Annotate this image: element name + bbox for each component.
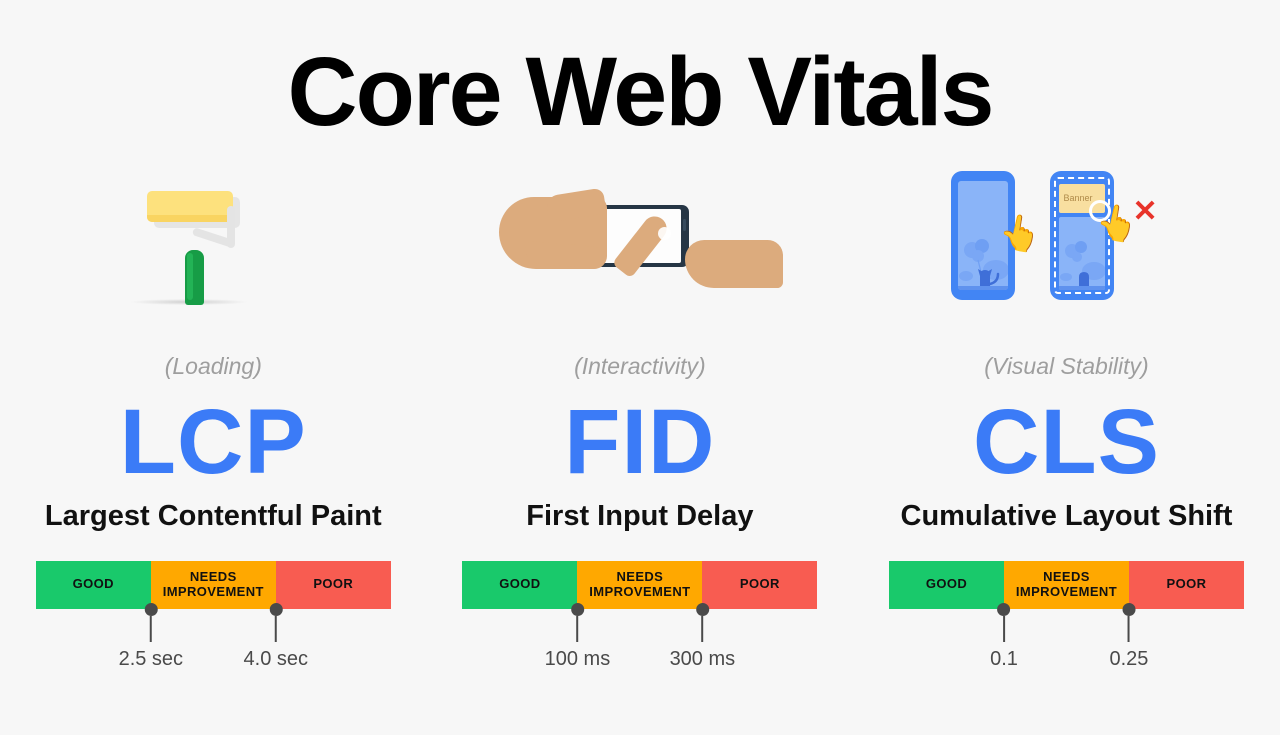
threshold-label: 300 ms (669, 647, 736, 670)
metric-column-fid: (Interactivity) FID First Input Delay GO… (427, 161, 854, 677)
metric-name-lcp: Largest Contentful Paint (44, 499, 382, 532)
metrics-columns: (Loading) LCP Largest Contentful Paint G… (0, 161, 1280, 677)
threshold-marker: 300 ms (669, 602, 736, 671)
threshold-label: 4.0 sec (243, 647, 309, 670)
marker-stem (1127, 615, 1130, 642)
threshold-marker: 2.5 sec (118, 602, 184, 671)
cls-illustration: 👆 Banner 👆 ✕ (853, 161, 1280, 311)
scale-segment-good: GOOD (888, 560, 1004, 609)
acronym-cls: CLS (972, 390, 1160, 493)
hands-tapping-phone-icon (495, 186, 785, 311)
scale-segment-ni-line1: NEEDS (189, 568, 237, 584)
marker-dot-icon (1122, 602, 1136, 616)
marker-stem (576, 615, 579, 642)
marker-stem (701, 615, 704, 642)
metric-name-cls: Cumulative Layout Shift (900, 499, 1233, 532)
scale-segment-poor: POOR (275, 560, 391, 609)
scale-segment-poor: POOR (1128, 560, 1244, 609)
threshold-label: 2.5 sec (118, 647, 184, 670)
scale-segment-good: GOOD (462, 560, 578, 609)
phone-speaker-icon (682, 218, 686, 231)
marker-dot-icon (997, 602, 1011, 616)
acronym-fid: FID (564, 390, 716, 493)
scale-bar-lcp: GOOD NEEDS IMPROVEMENT POOR (35, 560, 391, 609)
threshold-marker: 100 ms (544, 602, 611, 671)
aspect-label-lcp: (Loading) (164, 352, 262, 379)
pointing-hand-icon: 👆 (995, 210, 1046, 257)
lcp-illustration (0, 161, 427, 311)
metric-name-fid: First Input Delay (526, 499, 754, 532)
scale-segment-ni-line2: IMPROVEMENT (589, 583, 691, 599)
threshold-label: 0.1 (990, 647, 1018, 670)
marker-stem (1003, 615, 1005, 642)
scale-block-cls: GOOD NEEDS IMPROVEMENT POOR 0.1 0.25 (888, 560, 1244, 677)
scale-segment-needs-improvement: NEEDS IMPROVEMENT (577, 560, 703, 609)
threshold-marker: 4.0 sec (243, 602, 309, 671)
right-hand-icon (684, 239, 783, 288)
threshold-marker: 0.25 (1109, 602, 1149, 671)
marker-dot-icon (570, 602, 584, 616)
marker-stem (149, 615, 152, 642)
acronym-lcp: LCP (119, 390, 307, 493)
scale-block-lcp: GOOD NEEDS IMPROVEMENT POOR 2.5 sec 4.0 … (35, 560, 391, 677)
scale-segment-ni-line1: NEEDS (616, 568, 664, 584)
scale-segment-ni-line1: NEEDS (1043, 568, 1090, 584)
scale-segment-good: GOOD (35, 560, 151, 609)
scale-segment-needs-improvement: NEEDS IMPROVEMENT (150, 560, 276, 609)
shifting-banner-phones-icon: 👆 Banner 👆 ✕ (941, 161, 1191, 311)
scale-block-fid: GOOD NEEDS IMPROVEMENT POOR 100 ms 300 m… (462, 560, 818, 677)
scale-segment-ni-line2: IMPROVEMENT (1015, 583, 1118, 599)
paint-roller-icon (123, 171, 303, 311)
scale-segment-ni-line2: IMPROVEMENT (162, 583, 264, 599)
roller-handle-highlight (187, 252, 194, 300)
scale-segment-needs-improvement: NEEDS IMPROVEMENT (1004, 560, 1129, 609)
threshold-markers-cls: 0.1 0.25 (889, 602, 1244, 677)
threshold-markers-lcp: 2.5 sec 4.0 sec (36, 602, 391, 677)
fid-illustration (427, 161, 854, 311)
marker-dot-icon (144, 602, 158, 616)
threshold-marker: 0.1 (990, 602, 1018, 671)
marker-dot-icon (269, 602, 283, 616)
scale-segment-poor: POOR (702, 560, 818, 609)
metric-column-lcp: (Loading) LCP Largest Contentful Paint G… (0, 161, 427, 677)
page-title: Core Web Vitals (287, 37, 995, 146)
marker-stem (274, 615, 277, 642)
threshold-label: 0.25 (1109, 647, 1149, 670)
marker-dot-icon (695, 602, 709, 616)
metric-column-cls: 👆 Banner 👆 ✕ (Visual Stability) CLS Cumu… (853, 161, 1280, 677)
threshold-markers-fid: 100 ms 300 ms (462, 602, 817, 677)
scale-bar-cls: GOOD NEEDS IMPROVEMENT POOR (888, 560, 1244, 609)
aspect-label-fid: (Interactivity) (574, 352, 706, 379)
scale-bar-fid: GOOD NEEDS IMPROVEMENT POOR (462, 560, 818, 609)
roller-head-shade (147, 214, 234, 222)
error-x-icon: ✕ (1132, 194, 1158, 228)
tap-indicator-icon (657, 226, 671, 240)
threshold-label: 100 ms (544, 647, 611, 670)
aspect-label-cls: (Visual Stability) (984, 352, 1149, 379)
